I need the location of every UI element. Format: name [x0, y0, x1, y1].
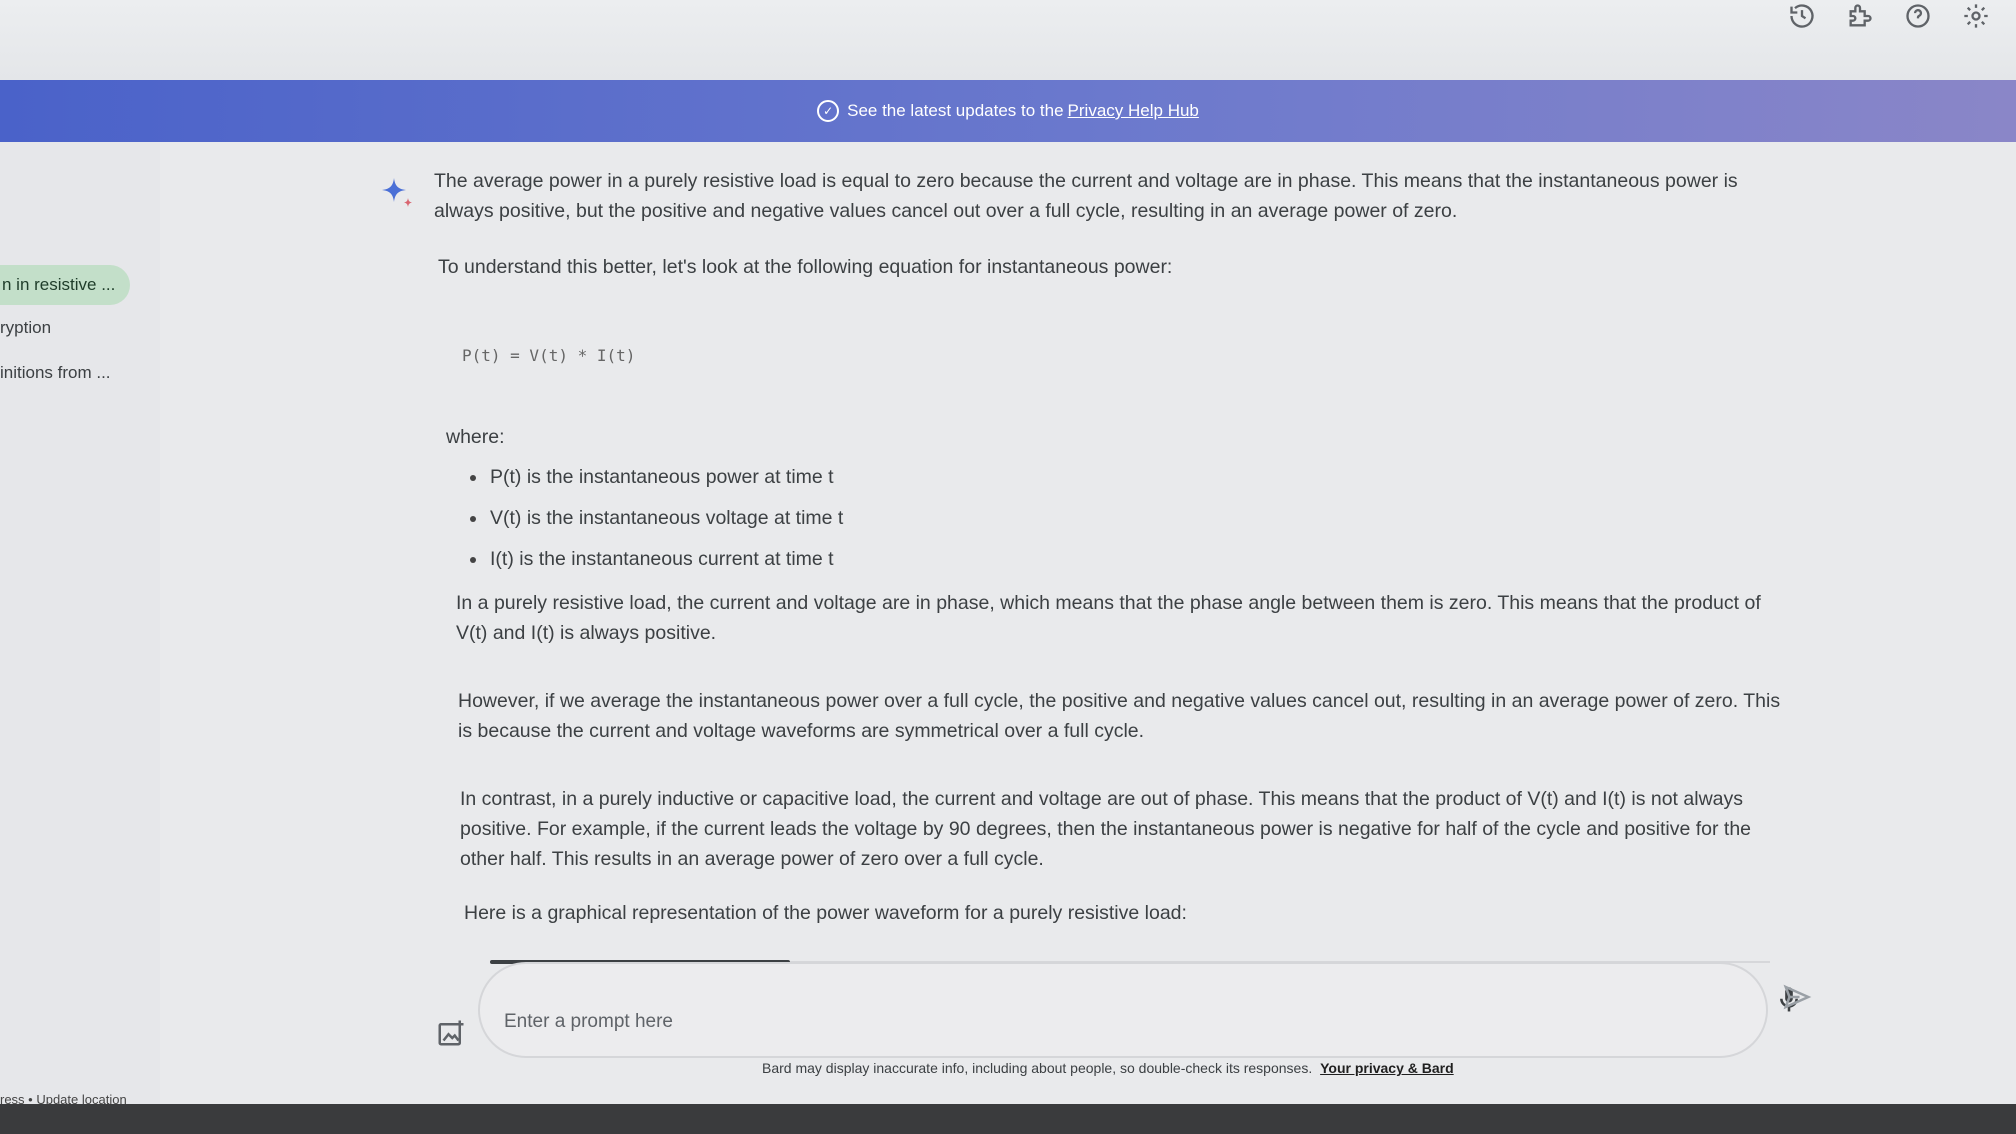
prompt-bar — [430, 962, 1830, 1062]
privacy-help-hub-link[interactable]: Privacy Help Hub — [1068, 101, 1199, 121]
response-paragraph: To understand this better, let's look at… — [438, 256, 1173, 278]
response-paragraph: The average power in a purely resistive … — [434, 170, 1738, 222]
sidebar-item-encryption[interactable]: ryption — [0, 318, 51, 338]
response-paragraph: However, if we average the instantaneous… — [458, 690, 1781, 742]
response-paragraph: In contrast, in a purely inductive or ca… — [460, 788, 1752, 870]
sidebar: n in resistive ... ryption initions from… — [0, 142, 160, 1134]
sidebar-item-active[interactable]: n in resistive ... — [0, 265, 130, 305]
bullet-list: P(t) is the instantaneous power at time … — [470, 462, 843, 585]
prompt-input[interactable] — [502, 1006, 1656, 1038]
response-paragraph: In a purely resistive load, the current … — [456, 592, 1761, 644]
check-circle-icon: ✓ — [817, 100, 840, 122]
disclaimer: Bard may display inaccurate info, includ… — [762, 1060, 1454, 1076]
taskbar — [0, 1104, 2016, 1134]
help-icon[interactable] — [1902, 0, 1934, 32]
bard-sparkle-icon — [382, 178, 412, 207]
response-area: The average power in a purely resistive … — [380, 142, 1800, 962]
list-item: V(t) is the instantaneous voltage at tim… — [470, 503, 843, 544]
list-item: I(t) is the instantaneous current at tim… — [470, 544, 843, 585]
add-image-icon[interactable] — [436, 1018, 466, 1048]
list-item: P(t) is the instantaneous power at time … — [470, 462, 843, 503]
prompt-field[interactable] — [478, 962, 1798, 1058]
history-icon[interactable] — [1786, 0, 1818, 32]
code-block: P(t) = V(t) * I(t) — [462, 346, 636, 365]
banner-text: See the latest updates to the — [847, 101, 1064, 120]
privacy-banner: ✓ See the latest updates to the Privacy … — [0, 80, 2016, 142]
top-bar — [0, 0, 2016, 80]
disclaimer-text: Bard may display inaccurate info, includ… — [762, 1060, 1313, 1076]
sidebar-item-definitions[interactable]: initions from ... — [0, 363, 111, 383]
top-bar-icons — [1786, 0, 1992, 32]
send-icon[interactable] — [1782, 982, 1812, 1012]
response-paragraph: Here is a graphical representation of th… — [464, 902, 1187, 924]
extension-icon[interactable] — [1844, 0, 1876, 32]
settings-icon[interactable] — [1960, 0, 1992, 32]
response-paragraph: where: — [446, 426, 505, 448]
privacy-link[interactable]: Your privacy & Bard — [1320, 1060, 1454, 1076]
